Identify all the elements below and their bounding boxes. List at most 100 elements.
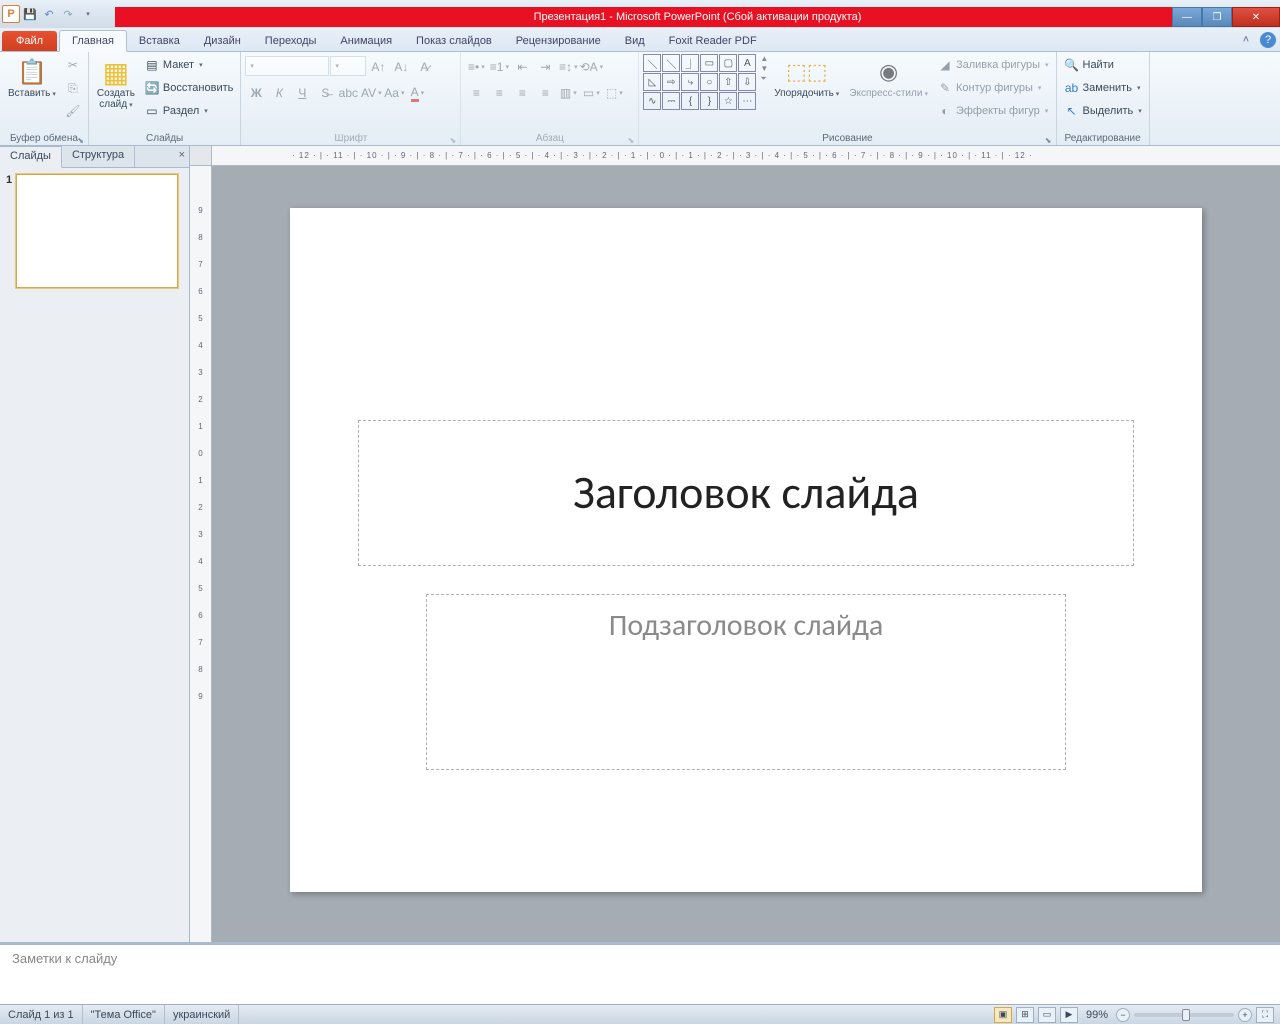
arrange-button[interactable]: ⬚⬚ Упорядочить <box>770 54 843 101</box>
numbering-icon[interactable]: ≡1 <box>488 56 510 78</box>
minimize-button[interactable]: — <box>1172 7 1202 27</box>
find-button[interactable]: 🔍Найти <box>1061 54 1145 76</box>
zoom-thumb[interactable] <box>1182 1009 1190 1021</box>
vertical-ruler[interactable]: 9876543210123456789 <box>190 166 212 942</box>
shape-more-icon[interactable]: ⋯ <box>738 92 756 110</box>
shape-arrow-icon[interactable]: ◺ <box>643 73 661 91</box>
font-size-combo[interactable] <box>330 56 366 76</box>
clear-formatting-icon[interactable]: A̷ <box>413 56 435 78</box>
gallery-more-icon[interactable]: ⏷ <box>760 74 768 84</box>
undo-icon[interactable]: ↶ <box>40 5 58 23</box>
shape-brace2-icon[interactable]: } <box>700 92 718 110</box>
reading-view-icon[interactable]: ▭ <box>1038 1007 1056 1023</box>
replace-button[interactable]: abЗаменить <box>1061 77 1145 99</box>
sorter-view-icon[interactable]: ⊞ <box>1016 1007 1034 1023</box>
minimize-ribbon-icon[interactable]: ˄ <box>1238 32 1254 48</box>
help-icon[interactable]: ? <box>1260 32 1276 48</box>
shrink-font-icon[interactable]: A↓ <box>390 56 412 78</box>
font-family-combo[interactable] <box>245 56 329 76</box>
tab-file[interactable]: Файл <box>2 31 57 51</box>
shape-arrow2-icon[interactable]: ⇨ <box>662 73 680 91</box>
thumbnails-list[interactable]: 1 <box>0 168 189 942</box>
shape-curve2-icon[interactable]: ⎓ <box>662 92 680 110</box>
align-left-icon[interactable]: ≡ <box>465 82 487 104</box>
zoom-out-button[interactable]: − <box>1116 1008 1130 1022</box>
tab-review[interactable]: Рецензирование <box>504 31 613 51</box>
bullets-icon[interactable]: ≡• <box>465 56 487 78</box>
format-painter-icon[interactable]: 🖌 <box>62 100 84 122</box>
group-label-paragraph[interactable]: Абзац <box>465 132 634 145</box>
strikethrough-icon[interactable]: S̶ <box>314 82 336 104</box>
fit-window-icon[interactable]: ⛶ <box>1256 1007 1274 1023</box>
panel-close-icon[interactable]: × <box>179 149 185 161</box>
gallery-down-icon[interactable]: ▼ <box>760 64 768 73</box>
group-label-clipboard[interactable]: Буфер обмена <box>4 132 84 145</box>
italic-icon[interactable]: К <box>268 82 290 104</box>
line-spacing-icon[interactable]: ≡↕ <box>557 56 579 78</box>
shadow-icon[interactable]: abc <box>337 82 359 104</box>
shape-arrow4-icon[interactable]: ⇧ <box>719 73 737 91</box>
close-button[interactable]: ✕ <box>1232 7 1280 27</box>
tab-home[interactable]: Главная <box>59 30 127 52</box>
decrease-indent-icon[interactable]: ⇤ <box>511 56 533 78</box>
group-label-drawing[interactable]: Рисование <box>643 132 1051 145</box>
shapes-gallery[interactable]: ＼＼⏌▭▢A ◺⇨⤷○⇧⇩ ∿⎓{}☆⋯ <box>643 54 756 110</box>
shape-rect2-icon[interactable]: ▢ <box>719 54 737 72</box>
tab-slideshow[interactable]: Показ слайдов <box>404 31 504 51</box>
tab-insert[interactable]: Вставка <box>127 31 192 51</box>
text-direction-icon[interactable]: ⟲A <box>580 56 602 78</box>
save-icon[interactable]: 💾 <box>21 5 39 23</box>
tab-view[interactable]: Вид <box>613 31 657 51</box>
list-item[interactable]: 1 <box>6 174 183 288</box>
panel-tab-outline[interactable]: Структура <box>62 146 135 167</box>
cut-icon[interactable]: ✂ <box>62 54 84 76</box>
title-placeholder[interactable]: Заголовок слайда <box>358 420 1134 566</box>
align-right-icon[interactable]: ≡ <box>511 82 533 104</box>
zoom-in-button[interactable]: + <box>1238 1008 1252 1022</box>
underline-icon[interactable]: Ч <box>291 82 313 104</box>
shape-curve-icon[interactable]: ∿ <box>643 92 661 110</box>
group-label-font[interactable]: Шрифт <box>245 132 456 145</box>
horizontal-ruler[interactable]: · 12 · | · 11 · | · 10 · | · 9 · | · 8 ·… <box>212 146 1280 166</box>
subtitle-placeholder[interactable]: Подзаголовок слайда <box>426 594 1066 770</box>
maximize-button[interactable]: ❐ <box>1202 7 1232 27</box>
align-text-icon[interactable]: ▭ <box>580 82 602 104</box>
shape-line3-icon[interactable]: ⏌ <box>681 54 699 72</box>
grow-font-icon[interactable]: A↑ <box>367 56 389 78</box>
redo-icon[interactable]: ↷ <box>59 5 77 23</box>
panel-tab-slides[interactable]: Слайды <box>0 146 62 168</box>
tab-animations[interactable]: Анимация <box>328 31 404 51</box>
tab-foxit[interactable]: Foxit Reader PDF <box>657 31 769 51</box>
smartart-icon[interactable]: ⬚ <box>603 82 625 104</box>
status-theme[interactable]: "Тема Office" <box>83 1005 165 1024</box>
status-language[interactable]: украинский <box>165 1005 239 1024</box>
status-slide-number[interactable]: Слайд 1 из 1 <box>0 1005 83 1024</box>
shape-circle-icon[interactable]: ○ <box>700 73 718 91</box>
shape-line-icon[interactable]: ＼ <box>643 54 661 72</box>
app-icon[interactable]: P <box>2 5 20 23</box>
char-spacing-icon[interactable]: AV <box>360 82 382 104</box>
zoom-level[interactable]: 99% <box>1086 1009 1108 1021</box>
notes-pane[interactable]: Заметки к слайду <box>0 942 1280 1004</box>
font-color-icon[interactable]: A <box>406 82 428 104</box>
paste-button[interactable]: 📋 Вставить <box>4 54 60 101</box>
shape-outline-button[interactable]: ✎Контур фигуры <box>934 77 1052 99</box>
shape-line2-icon[interactable]: ＼ <box>662 54 680 72</box>
tab-transitions[interactable]: Переходы <box>253 31 329 51</box>
justify-icon[interactable]: ≡ <box>534 82 556 104</box>
shape-arrow3-icon[interactable]: ⤷ <box>681 73 699 91</box>
shape-fill-button[interactable]: ◢Заливка фигуры <box>934 54 1052 76</box>
align-center-icon[interactable]: ≡ <box>488 82 510 104</box>
zoom-slider[interactable] <box>1134 1013 1234 1017</box>
select-button[interactable]: ↖Выделить <box>1061 100 1145 122</box>
layout-button[interactable]: ▤Макет <box>141 54 236 76</box>
shape-text-icon[interactable]: A <box>738 54 756 72</box>
quickstyles-button[interactable]: ◉ Экспресс-стили <box>845 54 932 101</box>
columns-icon[interactable]: ▥ <box>557 82 579 104</box>
slideshow-view-icon[interactable]: ▶ <box>1060 1007 1078 1023</box>
shape-brace-icon[interactable]: { <box>681 92 699 110</box>
slide-thumbnail[interactable] <box>16 174 178 288</box>
reset-button[interactable]: 🔄Восстановить <box>141 77 236 99</box>
increase-indent-icon[interactable]: ⇥ <box>534 56 556 78</box>
shape-effects-button[interactable]: ◐Эффекты фигур <box>934 100 1052 122</box>
